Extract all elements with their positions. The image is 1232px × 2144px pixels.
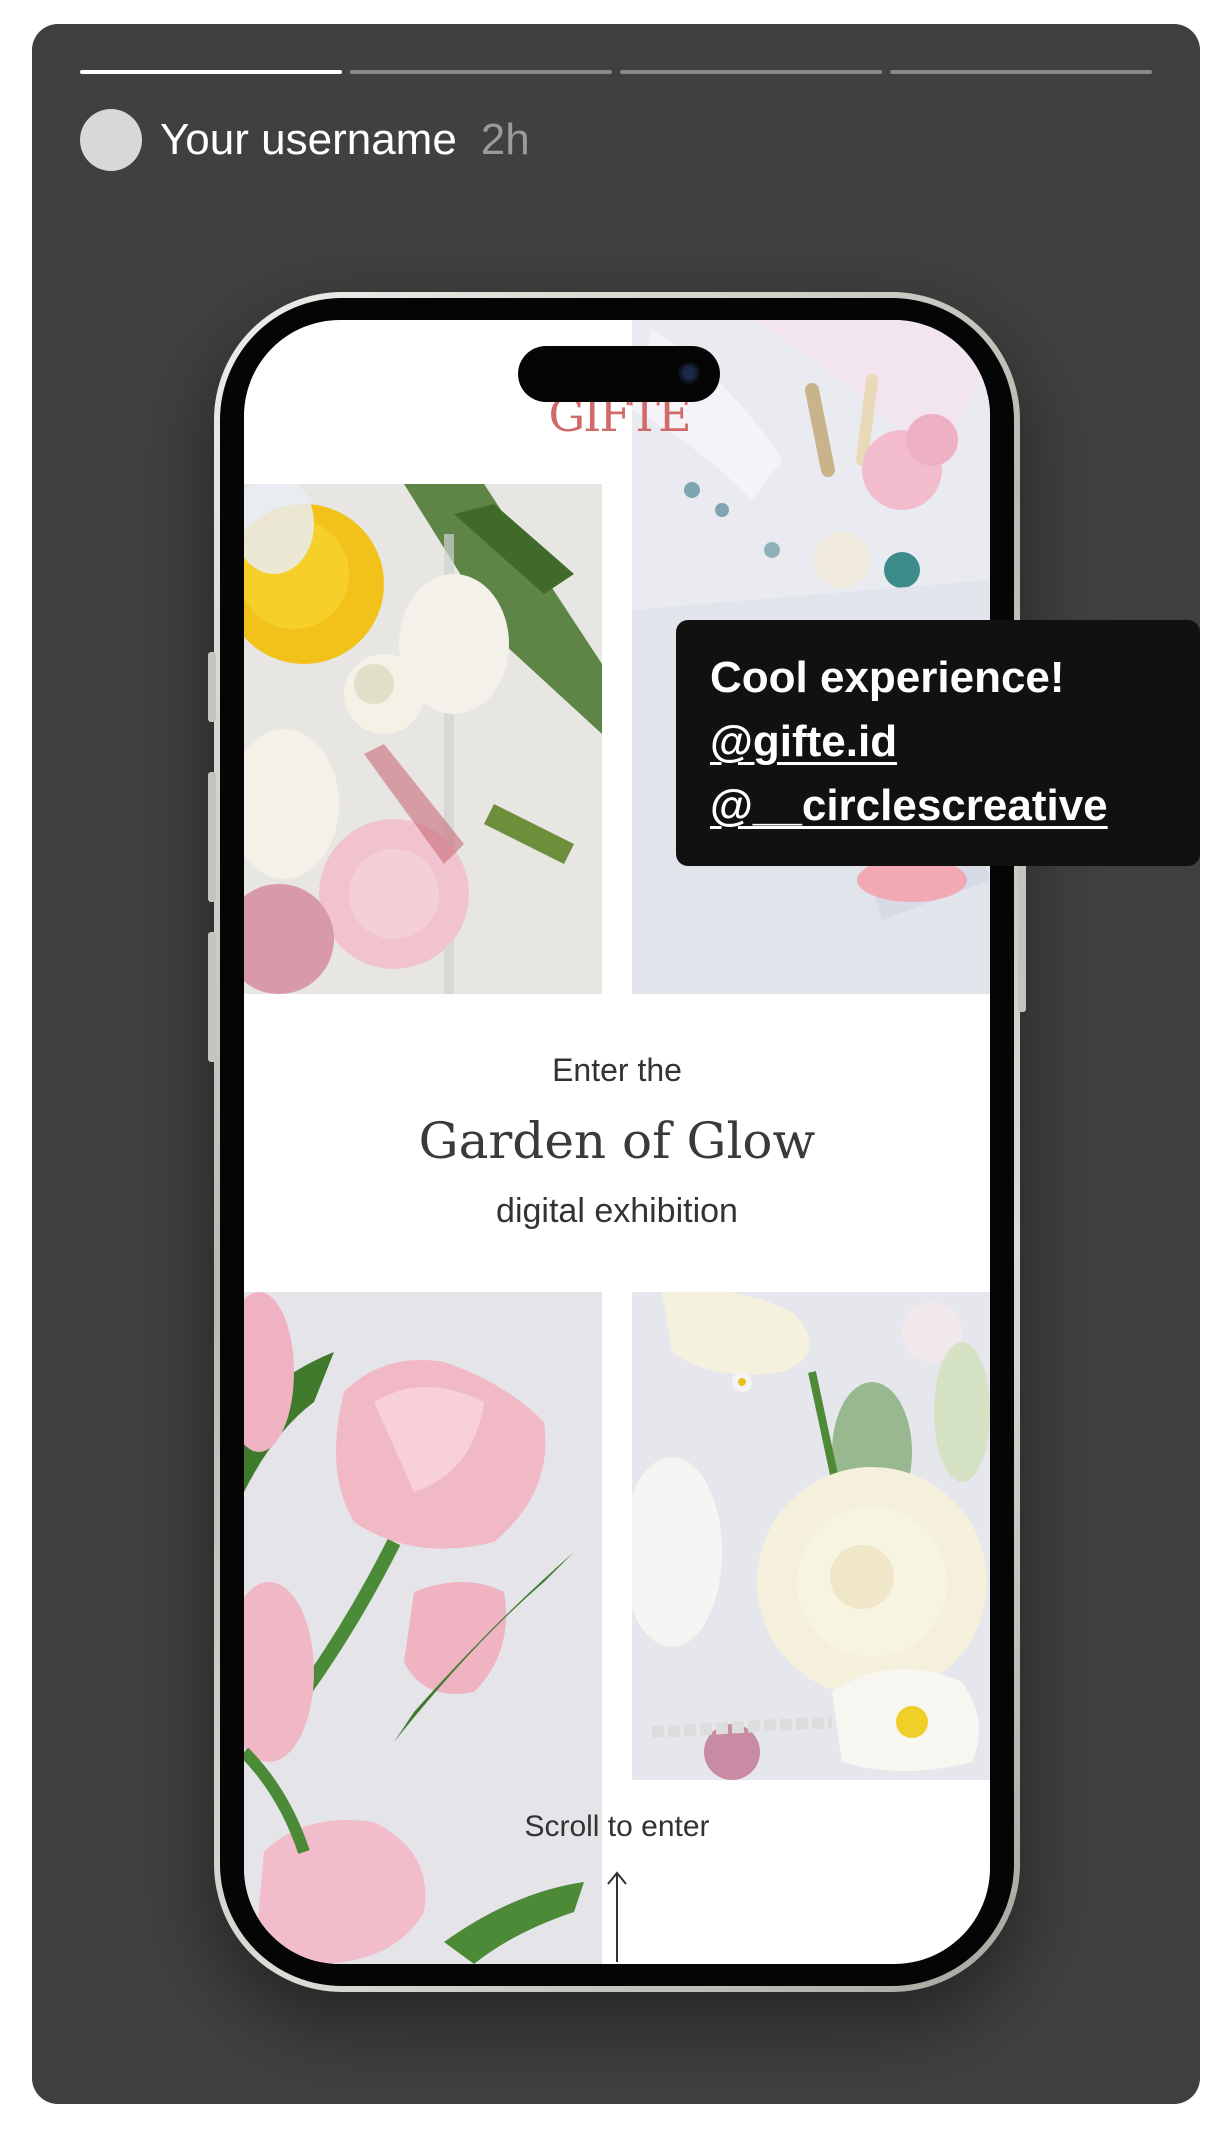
intro-enter-text: Enter the xyxy=(552,1052,682,1088)
flower-photo-yellow-bouquet xyxy=(244,484,602,994)
flower-photo-pink-tulips xyxy=(244,1292,602,1964)
flower-photo-white-roses xyxy=(632,1292,990,1780)
exhibition-subtitle: digital exhibition xyxy=(496,1192,738,1230)
phone-side-button xyxy=(208,932,216,1062)
mention-link[interactable]: @gifte.id xyxy=(710,710,1166,774)
camera-icon xyxy=(678,362,700,384)
username[interactable]: Your username xyxy=(160,115,457,165)
mention-link[interactable]: @__circlescreative xyxy=(710,774,1166,838)
comment-text: Cool experience! xyxy=(710,653,1065,702)
arrow-up-icon xyxy=(607,1871,627,1962)
phone-mockup: GIFTE Enter the Garden of Glow digital e… xyxy=(208,292,1026,1992)
story-progress xyxy=(80,70,1152,74)
phone-side-button xyxy=(208,652,216,722)
exhibition-title: Garden of Glow xyxy=(418,1112,816,1170)
progress-segment xyxy=(350,70,612,74)
progress-segment xyxy=(890,70,1152,74)
scroll-hint[interactable]: Scroll to enter xyxy=(244,1810,990,1844)
story-header: Your username 2h xyxy=(80,108,530,172)
story-frame[interactable]: Your username 2h GIFTE Enter the Garden … xyxy=(32,24,1200,2104)
dynamic-island xyxy=(518,346,720,402)
progress-segment xyxy=(80,70,342,74)
phone-screen: GIFTE Enter the Garden of Glow digital e… xyxy=(244,320,990,1964)
avatar[interactable] xyxy=(80,109,142,171)
post-time: 2h xyxy=(480,115,530,164)
phone-side-button xyxy=(208,772,216,902)
comment-sticker[interactable]: Cool experience! @gifte.id @__circlescre… xyxy=(676,620,1200,866)
progress-segment xyxy=(620,70,882,74)
